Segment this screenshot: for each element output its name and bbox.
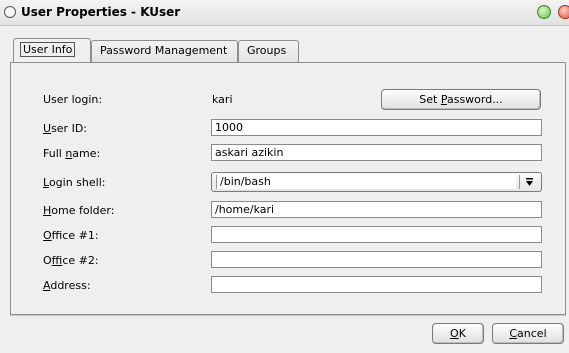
user-id-label: User ID: [43,122,87,135]
button-mnemonic: O [450,327,459,340]
divider [10,315,566,316]
window-title: User Properties - KUser [21,5,181,19]
office2-field[interactable] [211,251,542,268]
home-folder-label: Home folder: [43,204,114,217]
label-text: fice #2: [62,254,99,267]
tab-label: Groups [247,44,287,57]
label-text: ome folder: [51,204,115,217]
cancel-button[interactable]: Cancel [492,323,564,344]
tab-password-management[interactable]: Password Management [91,40,238,62]
tab-groups[interactable]: Groups [238,40,299,62]
tab-label: User Info [20,42,76,57]
label-text: ogin shell: [48,176,106,189]
label-text: Full [43,147,66,160]
login-shell-value: /bin/bash [216,175,516,189]
label-text: ser ID: [51,122,88,135]
label-mnemonic: f [51,254,63,267]
user-login-value: kari [212,93,233,106]
user-properties-window: User Properties - KUser User Info Passwo… [0,0,569,353]
dropdown-arrow-icon[interactable] [519,175,539,189]
button-label-part: assword... [446,93,503,106]
user-login-label: User login: [43,93,103,106]
window-menu-icon[interactable] [4,6,16,18]
address-field[interactable] [211,276,542,293]
office1-field[interactable] [211,226,542,243]
button-mnemonic: C [509,327,518,340]
button-label: ancel [517,327,547,340]
label-text: ame: [72,147,101,160]
label-text: O [43,254,52,267]
close-icon[interactable] [558,5,569,19]
button-label-part: Set [419,93,441,106]
tab-user-info[interactable]: User Info [13,38,91,62]
full-name-label: Full name: [43,147,100,160]
tab-label: Password Management [100,44,228,57]
office2-label: Office #2: [43,254,99,267]
home-folder-field[interactable]: /home/kari [211,201,542,218]
label-text: ddress: [50,279,91,292]
minimize-icon[interactable] [537,5,551,19]
ok-button[interactable]: OK [432,323,484,344]
address-label: Address: [43,279,91,292]
set-password-button[interactable]: Set Password... [381,89,541,110]
title-bar[interactable]: User Properties - KUser [0,0,569,26]
button-label: K [458,327,466,340]
label-mnemonic: O [43,229,52,242]
label-mnemonic: U [43,122,52,135]
full-name-field[interactable]: askari azikin [211,144,542,161]
login-shell-combobox[interactable]: /bin/bash [211,172,542,192]
office1-label: Office #1: [43,229,99,242]
user-id-field[interactable]: 1000 [211,119,542,136]
login-shell-label: Login shell: [43,176,105,189]
label-text: ffice #1: [51,229,99,242]
